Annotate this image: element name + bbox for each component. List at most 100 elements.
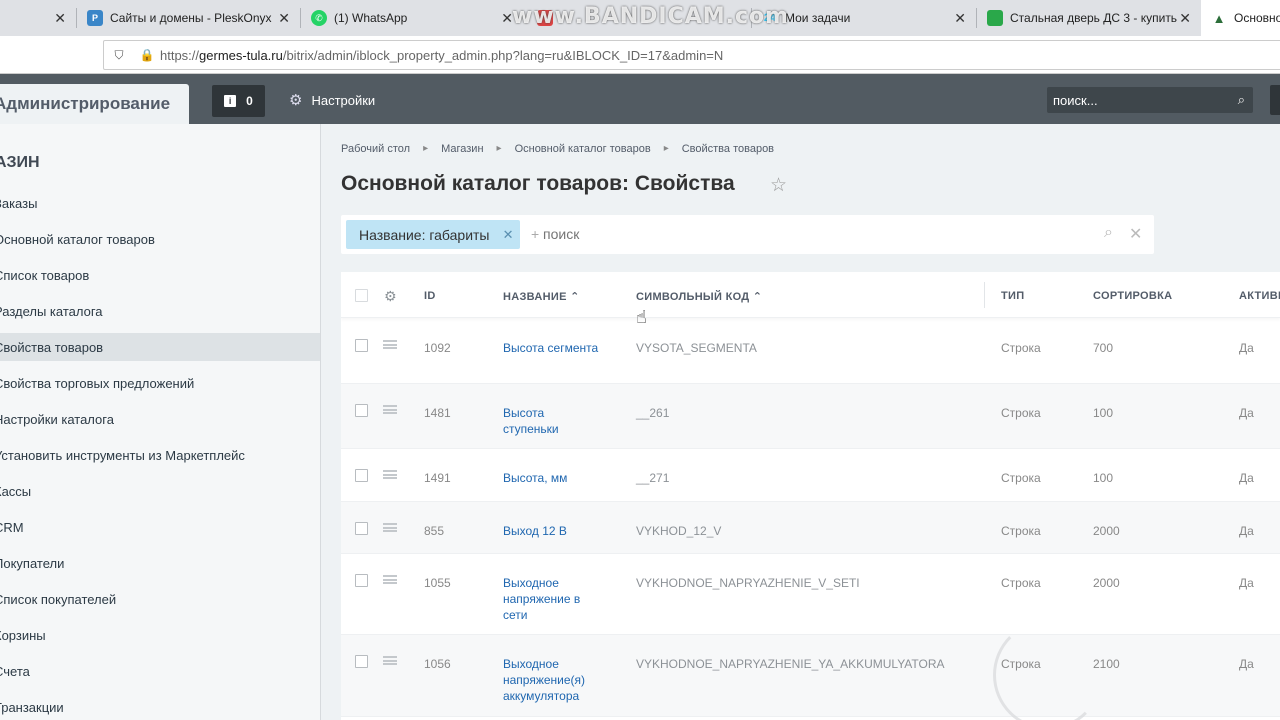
breadcrumb-catalog[interactable]: Основной каталог товаров [515,143,651,155]
menu-item-orders[interactable]: Заказы [0,189,320,217]
close-icon[interactable]: ✕ [1129,224,1142,244]
row-checkbox[interactable] [355,522,368,535]
cell-id: 1092 [424,341,451,355]
header-search-input[interactable]: поиск... ⌕ [1047,87,1253,113]
sort-arrow-icon: ⌃ [752,291,763,303]
cell-type: Строка [1001,576,1041,590]
column-header-name[interactable]: НАЗВАНИЕ ⌃ [503,290,580,303]
menu-item-product-properties[interactable]: Свойства товаров [0,333,320,361]
cell-id: 1481 [424,406,451,420]
tab-close-icon[interactable]: ✕ [54,10,66,27]
browser-tab-2[interactable] [527,0,751,36]
settings-button[interactable]: ⚙ Настройки [289,91,375,109]
table-row[interactable]: 1056 Выходное напряжение(я) аккумулятора… [341,635,1280,717]
cell-name-link[interactable]: Выход 12 В [503,523,623,539]
address-bar: ⛉ 🔒 https://germes-tula.ru/bitrix/admin/… [0,36,1280,74]
cell-name-link[interactable]: Выходное напряжение в сети [503,575,595,623]
row-checkbox[interactable] [355,655,368,668]
notifications-button[interactable]: i 0 [212,85,265,117]
menu-item-buyer-list[interactable]: Список покупателей [0,585,320,613]
cell-name-link[interactable]: Высота сегмента [503,340,603,356]
plesk-icon: P [87,10,103,26]
table-row[interactable]: 1481 Высота ступеньки __261 Строка 100 Д… [341,384,1280,449]
browser-tab-door[interactable]: Стальная дверь ДС 3 - купить ✕ [977,0,1201,36]
cell-name-link[interactable]: Высота, мм [503,470,623,486]
user-block[interactable] [1270,85,1280,115]
drag-handle-icon[interactable] [383,656,397,665]
cell-active: Да [1239,341,1254,355]
cell-code: __261 [636,406,670,420]
admin-header: Администрирование i 0 ⚙ Настройки поиск.… [0,74,1280,124]
cell-sort: 100 [1093,406,1114,420]
cell-name-link[interactable]: Выходное напряжение(я) аккумулятора [503,656,598,704]
table-row[interactable]: 1055 Выходное напряжение в сети VYKHODNO… [341,554,1280,635]
tab-close-icon[interactable]: ✕ [1179,10,1191,27]
drag-handle-icon[interactable] [383,575,397,584]
row-checkbox[interactable] [355,404,368,417]
menu-item-buyers[interactable]: Покупатели [0,549,320,577]
gear-icon[interactable]: ⚙ [384,288,397,305]
cell-type: Строка [1001,341,1041,355]
table-row[interactable]: 1092 Высота сегмента VYSOTA_SEGMENTA Стр… [341,319,1280,384]
cell-sort: 700 [1093,341,1114,355]
menu-item-transactions[interactable]: Транзакции [0,693,320,720]
menu-item-marketplace[interactable]: Установить инструменты из Маркетплейс [0,441,320,469]
menu-item-catalog-settings[interactable]: Настройки каталога [0,405,320,433]
drag-handle-icon[interactable] [383,470,397,479]
column-header-code[interactable]: СИМВОЛЬНЫЙ КОД ⌃ [636,290,762,303]
green-square-icon [987,10,1003,26]
search-icon[interactable]: ⌕ [1238,92,1245,108]
column-header-type[interactable]: ТИП [1001,290,1024,302]
cell-sort: 100 [1093,471,1114,485]
star-icon[interactable]: ☆ [770,174,787,197]
menu-item-invoices[interactable]: Счета [0,657,320,685]
browser-tab-whatsapp[interactable]: ✆ (1) WhatsApp ✕ [301,0,527,36]
filter-plus[interactable]: + [531,226,539,242]
admin-title-tab[interactable]: Администрирование [0,84,189,124]
cell-id: 855 [424,524,445,538]
menu-item-crm[interactable]: CRM [0,513,320,541]
browser-tab-tasks[interactable]: 24 Мои задачи ✕ [752,0,976,36]
filter-tag[interactable]: Название: габариты ✕ [346,220,520,249]
row-checkbox[interactable] [355,339,368,352]
table-row[interactable]: 855 Выход 12 В VYKHOD_12_V Строка 2000 Д… [341,502,1280,554]
tab-close-icon[interactable]: ✕ [278,10,290,27]
menu-item-catalog-sections[interactable]: Разделы каталога [0,297,320,325]
column-header-active[interactable]: АКТИВН [1239,290,1280,302]
tab-close-icon[interactable]: ✕ [954,10,966,27]
bitrix24-icon: 24 [763,12,777,24]
browser-tab-active[interactable]: ▲ Основной [1201,0,1280,36]
cell-type: Строка [1001,524,1041,538]
cell-code: __271 [636,471,670,485]
breadcrumb-properties[interactable]: Свойства товаров [682,143,774,155]
url-field[interactable]: ⛉ 🔒 https://germes-tula.ru/bitrix/admin/… [103,40,1280,70]
column-header-id[interactable]: ID [424,290,436,302]
browser-tab-0[interactable]: ✕ [0,0,76,36]
row-checkbox[interactable] [355,469,368,482]
search-icon[interactable]: ⌕ [1104,224,1113,242]
browser-tab-plesk[interactable]: P Сайты и домены - PleskOnyx ✕ [77,0,300,36]
drag-handle-icon[interactable] [383,340,397,349]
cell-code: VYKHOD_12_V [636,524,722,538]
filter-bar: Название: габариты ✕ + ⌕ ✕ [341,215,1154,254]
column-header-sort[interactable]: СОРТИРОВКА [1093,290,1172,302]
menu-item-offer-properties[interactable]: Свойства торговых предложений [0,369,320,397]
breadcrumb-desktop[interactable]: Рабочий стол [341,143,410,155]
menu-item-cashboxes[interactable]: Кассы [0,477,320,505]
tab-close-icon[interactable]: ✕ [501,10,513,27]
table-row[interactable]: 1491 Высота, мм __271 Строка 100 Да [341,449,1280,502]
select-all-checkbox[interactable] [355,289,368,302]
filter-search-input[interactable] [543,226,1083,242]
menu-item-main-catalog[interactable]: Основной каталог товаров [0,225,320,253]
url-host: germes-tula.ru [199,47,283,63]
row-checkbox[interactable] [355,574,368,587]
breadcrumb-shop[interactable]: Магазин [441,143,483,155]
menu-item-carts[interactable]: Корзины [0,621,320,649]
cell-code: VYKHODNOE_NAPRYAZHENIE_V_SETI [636,576,860,590]
cell-name-link[interactable]: Высота ступеньки [503,405,603,437]
loading-spinner [993,620,1103,720]
drag-handle-icon[interactable] [383,523,397,532]
drag-handle-icon[interactable] [383,405,397,414]
close-icon[interactable]: ✕ [503,227,514,243]
menu-item-product-list[interactable]: Список товаров [0,261,320,289]
